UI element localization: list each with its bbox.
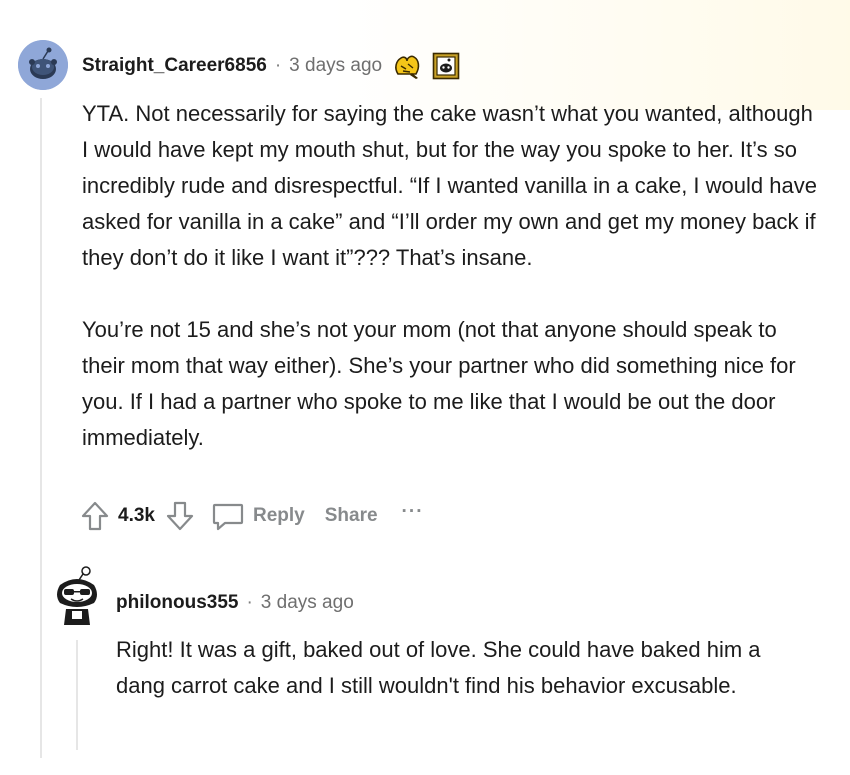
snoo-avatar-icon — [18, 40, 68, 90]
reply-button[interactable]: Reply — [211, 500, 305, 532]
downvote-icon — [166, 501, 194, 531]
user-avatar[interactable] — [18, 40, 68, 90]
comment-body: YTA. Not necessarily for saying the cake… — [82, 96, 822, 456]
comment-username[interactable]: Straight_Career6856 — [82, 55, 267, 77]
reply-label: Reply — [252, 505, 305, 526]
vote-count: 4.3k — [118, 505, 155, 526]
reply-username[interactable]: philonous355 — [116, 592, 238, 614]
reply-user-avatar[interactable] — [50, 565, 104, 625]
share-button[interactable]: Share — [325, 505, 378, 527]
upvote-button[interactable] — [80, 500, 110, 532]
share-label: Share — [324, 505, 378, 526]
reply-meta: philonous355 · 3 days ago — [116, 592, 354, 614]
gold-hands-award-icon[interactable] — [392, 52, 422, 80]
framed-snoo-award-icon[interactable] — [432, 52, 460, 80]
more-options-button[interactable]: ··· — [402, 501, 424, 523]
comment-paragraph-2: You’re not 15 and she’s not your mom (no… — [82, 317, 796, 450]
reply-paragraph-1: Right! It was a gift, baked out of love.… — [116, 637, 761, 698]
meta-separator: · — [246, 592, 253, 613]
reply-thread-line[interactable] — [76, 640, 78, 750]
reply-timestamp[interactable]: 3 days ago — [261, 592, 354, 614]
more-options-icon: ··· — [401, 501, 424, 522]
comment-bubble-icon — [212, 503, 244, 531]
upvote-icon — [81, 501, 109, 531]
reply-body: Right! It was a gift, baked out of love.… — [116, 632, 806, 704]
comment-thread-line[interactable] — [40, 98, 42, 758]
snoo-sunglasses-avatar-icon — [57, 566, 97, 625]
comment-meta: Straight_Career6856 · 3 days ago — [82, 52, 460, 80]
meta-separator: · — [274, 55, 282, 76]
downvote-button[interactable] — [165, 500, 195, 532]
comment-paragraph-1: YTA. Not necessarily for saying the cake… — [82, 101, 817, 270]
comment-actions: 4.3k Reply Share ··· — [80, 500, 424, 532]
comment-timestamp[interactable]: 3 days ago — [289, 55, 382, 77]
